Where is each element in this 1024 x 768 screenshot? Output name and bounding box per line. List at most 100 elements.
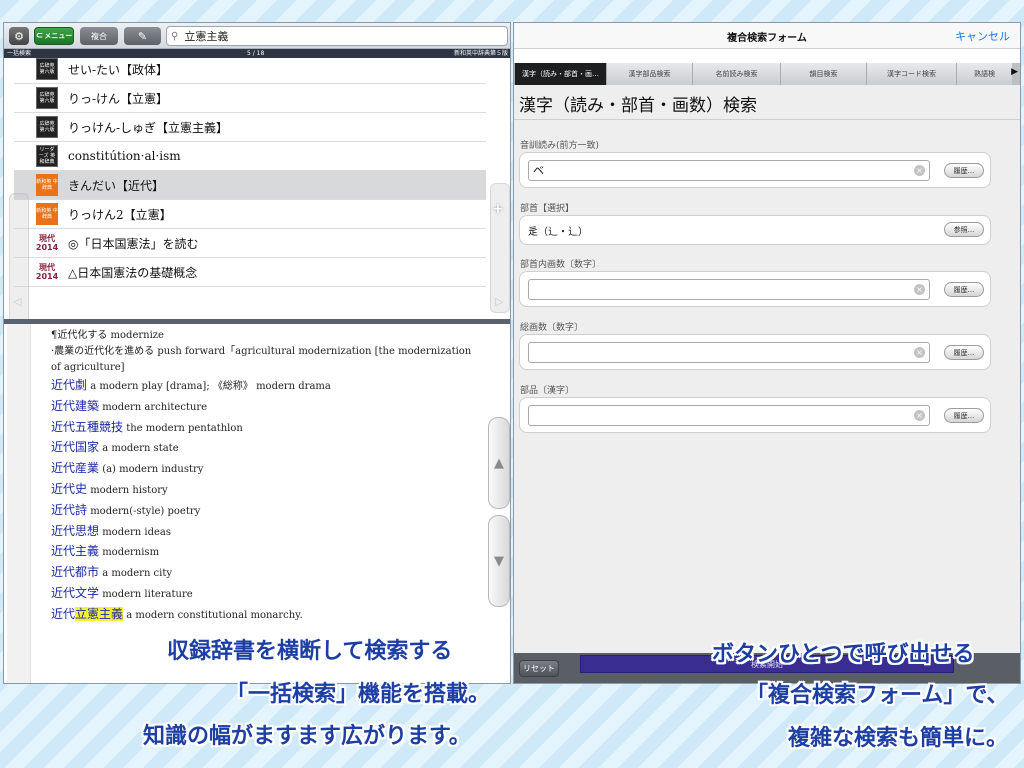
scroll-up-button[interactable]: ▲ <box>488 417 510 509</box>
component-input[interactable]: × <box>528 405 930 426</box>
compound-entry[interactable]: 近代思想 modern ideas <box>51 522 481 543</box>
up-triangle-icon: ▲ <box>494 455 504 471</box>
result-headword: ◎「日本国憲法」を読む <box>68 236 199 251</box>
tab-search-type[interactable]: 韻目検索 <box>780 63 866 85</box>
result-row[interactable]: 広辞苑 第六版 りっけん-しゅぎ【立憲主義】 <box>14 113 486 142</box>
caption-right-line-1: ボタンひとつで呼び出せる <box>712 642 975 667</box>
compound-translation: modern ideas <box>99 526 172 538</box>
radical-value: 辵（辶・辶） <box>528 227 588 238</box>
prev-arrow-icon[interactable]: ◁ <box>13 295 21 308</box>
settings-button[interactable]: ⚙ <box>9 27 29 45</box>
compound-entry[interactable]: 近代史 modern history <box>51 480 481 501</box>
component-label: 部品〔漢字〕 <box>520 386 575 396</box>
result-row[interactable]: 現代 2014 △日本国憲法の基礎概念 <box>14 258 486 287</box>
compound-entry[interactable]: 近代産業 (a) modern industry <box>51 459 481 480</box>
history-button[interactable]: 履歴... <box>944 282 984 297</box>
menu-button[interactable]: ⊂ メニュー <box>34 27 74 45</box>
result-headword: りっけん-しゅぎ【立憲主義】 <box>68 120 229 135</box>
search-input[interactable]: 立憲主義 <box>184 28 228 44</box>
tab-search-type[interactable]: 名前読み検索 <box>692 63 780 85</box>
compound-translation: modern(-style) poetry <box>87 505 201 517</box>
pen-icon: ✎ <box>137 29 148 43</box>
compound-headword: 近代産業 <box>51 461 100 476</box>
reference-button[interactable]: 参照... <box>944 222 984 237</box>
section-heading: 漢字（読み・部首・画数）検索 <box>519 96 757 116</box>
compound-entry[interactable]: 近代建築 modern architecture <box>51 397 481 418</box>
compound-headword: 近代詩 <box>51 502 88 517</box>
compound-translation: a modern state <box>99 443 179 455</box>
total-strokes-input[interactable]: × <box>528 342 930 363</box>
history-button[interactable]: 履歴... <box>944 163 984 178</box>
clear-icon[interactable]: × <box>914 347 925 358</box>
dictionary-results-panel: ⚙ ⊂ メニュー 複合 ✎ ⚲ 立憲主義 一括検索 5 / 18 新和英中辞典第… <box>3 22 511 684</box>
result-headword: せい-たい【政体】 <box>68 62 169 77</box>
inner-strokes-label: 部首内画数〔数字〕 <box>520 260 602 270</box>
caption-right-line-3: 複雑な検索も簡単に。 <box>788 726 1009 751</box>
result-row[interactable]: 広辞苑 第六版 せい-たい【政体】 <box>14 55 486 84</box>
compound-translation: the modern pentathlon <box>123 422 243 434</box>
compound-entry[interactable]: 近代主義 modernism <box>51 542 481 563</box>
compound-entry[interactable]: 近代文学 modern literature <box>51 584 481 605</box>
result-headword: りっけん2【立憲】 <box>68 207 172 222</box>
result-row[interactable]: リーダーズ 英和辞典 constitútion·al·ism <box>14 142 486 171</box>
compound-headword: 近代都市 <box>51 565 100 580</box>
tab-search-type[interactable]: 熟語検 <box>956 63 1012 85</box>
next-arrow-icon[interactable]: ▷ <box>495 295 503 308</box>
compound-entry[interactable]: 近代詩 modern(-style) poetry <box>51 501 481 522</box>
search-type-tabs: 漢字（読み・部首・画… 漢字部品検索 名前読み検索 韻目検索 漢字コード検索 熟語検 ▶ <box>514 63 1020 85</box>
gear-icon[interactable]: ✲ <box>489 682 501 683</box>
pen-button[interactable]: ✎ <box>124 27 161 45</box>
dictionary-icon: 現代 2014 <box>36 232 58 254</box>
history-button[interactable]: 履歴... <box>944 345 984 360</box>
detail-intro-line: ·農業の近代化を進める push forward「agricultural mo… <box>51 346 472 357</box>
combo-search-button[interactable]: 複合 <box>80 27 118 45</box>
clear-icon[interactable]: × <box>914 165 925 176</box>
compound-translation: (a) modern industry <box>99 464 204 476</box>
compound-entry[interactable]: 近代立憲主義 a modern constitutional monarchy. <box>51 605 481 626</box>
dictionary-icon: 現代 2014 <box>36 261 58 283</box>
compound-headword: 近代国家 <box>51 440 100 455</box>
gear-icon: ⚙ <box>14 29 24 43</box>
compound-headword: 近代思想 <box>51 523 100 538</box>
compound-entry[interactable]: 近代都市 a modern city <box>51 563 481 584</box>
tab-scroll-right-icon[interactable]: ▶ <box>1011 67 1018 77</box>
dictionary-icon: 新和英 中辞典 <box>36 203 58 225</box>
result-list: 広辞苑 第六版 せい-たい【政体】 広辞苑 第六版 りっ-けん【立憲】 広辞苑 第六版り… <box>4 58 510 316</box>
tab-search-type[interactable]: 漢字部品検索 <box>606 63 692 85</box>
reading-input[interactable]: ベ × <box>528 160 930 181</box>
scroll-down-button[interactable]: ▼ <box>488 515 510 607</box>
detail-intro-line: of agriculture] <box>51 362 125 373</box>
clear-icon[interactable]: × <box>914 410 925 421</box>
total-strokes-card: × 履歴... <box>519 334 991 370</box>
compound-translation: a modern constitutional monarchy. <box>123 609 303 621</box>
radical-card[interactable]: 辵（辶・辶） 参照... <box>519 215 991 245</box>
result-headword: きんだい【近代】 <box>68 178 165 193</box>
search-box[interactable]: ⚲ 立憲主義 <box>166 26 508 46</box>
result-row[interactable]: 現代 2014 ◎「日本国憲法」を読む <box>14 229 486 258</box>
add-bookmark-button[interactable]: + <box>492 201 504 217</box>
clear-icon[interactable]: × <box>914 284 925 295</box>
result-headword: りっ-けん【立憲】 <box>68 91 169 106</box>
compound-entry[interactable]: 近代国家 a modern state <box>51 438 481 459</box>
caption-left-line-1: 収録辞書を横断して検索する <box>167 639 453 664</box>
cancel-button[interactable]: キャンセル <box>955 28 1010 44</box>
compound-entry[interactable]: 近代劇 a modern play [drama]; 《総称》 modern d… <box>51 376 481 397</box>
compound-translation: modern history <box>87 484 168 496</box>
result-row[interactable]: 新和英 中辞典 りっけん2【立憲】 <box>14 200 486 229</box>
inner-strokes-input[interactable]: × <box>528 279 930 300</box>
compound-entry[interactable]: 近代五種競技 the modern pentathlon <box>51 418 481 439</box>
history-button[interactable]: 履歴... <box>944 408 984 423</box>
detail-intro: ¶近代化する modernize ·農業の近代化を進める push forward… <box>51 328 481 376</box>
tab-search-type[interactable]: 漢字（読み・部首・画… <box>514 63 606 85</box>
result-row[interactable]: 広辞苑 第六版 りっ-けん【立憲】 <box>14 84 486 113</box>
compound-translation: a modern city <box>99 568 173 580</box>
dictionary-icon: 広辞苑 第六版 <box>36 116 58 138</box>
tab-search-type[interactable]: 漢字コード検索 <box>866 63 956 85</box>
left-toolbar: ⚙ ⊂ メニュー 複合 ✎ ⚲ 立憲主義 <box>4 23 510 49</box>
compound-headword: 近代史 <box>51 481 88 496</box>
dictionary-icon: 広辞苑 第六版 <box>36 87 58 109</box>
caption-left-line-2: 「一括検索」機能を搭載。 <box>226 682 491 707</box>
heading-divider <box>514 119 1020 120</box>
reset-button[interactable]: リセット <box>519 660 559 677</box>
result-row[interactable]: 新和英 中辞典 きんだい【近代】 <box>14 171 486 200</box>
